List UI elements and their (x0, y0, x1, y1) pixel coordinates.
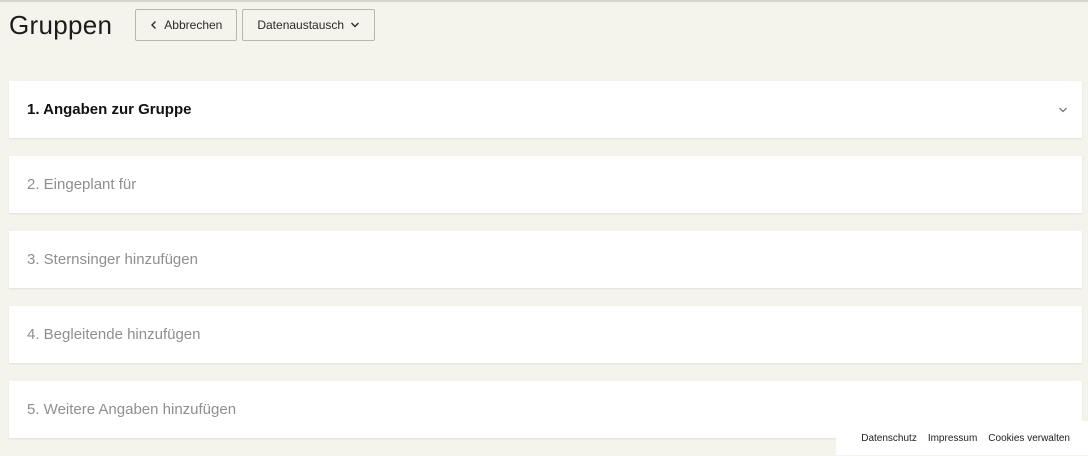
chevron-left-icon (150, 20, 158, 30)
page-header: Gruppen Abbrechen Datenaustausch (9, 8, 380, 42)
cancel-button-label: Abbrechen (164, 18, 223, 32)
section-planned-for[interactable]: 2. Eingeplant für (9, 156, 1082, 213)
section-title: 2. Eingeplant für (27, 176, 137, 193)
footer-links: Datenschutz Impressum Cookies verwalten (836, 421, 1088, 455)
privacy-link[interactable]: Datenschutz (861, 433, 917, 444)
section-add-carolers[interactable]: 3. Sternsinger hinzufügen (9, 231, 1082, 288)
section-title: 4. Begleitende hinzufügen (27, 326, 201, 343)
section-title: 5. Weitere Angaben hinzufügen (27, 401, 237, 418)
data-exchange-button[interactable]: Datenaustausch (242, 9, 376, 41)
section-title: 3. Sternsinger hinzufügen (27, 251, 198, 268)
section-group-details[interactable]: 1. Angaben zur Gruppe (9, 81, 1082, 138)
imprint-link[interactable]: Impressum (928, 433, 977, 444)
section-add-companions[interactable]: 4. Begleitende hinzufügen (9, 306, 1082, 363)
data-exchange-button-label: Datenaustausch (257, 18, 345, 32)
top-divider (0, 0, 1088, 2)
expand-chevron-icon[interactable] (1058, 106, 1068, 114)
form-sections: 1. Angaben zur Gruppe 2. Eingeplant für … (9, 81, 1082, 456)
section-title: 1. Angaben zur Gruppe (27, 101, 192, 118)
cookie-settings-link[interactable]: Cookies verwalten (988, 433, 1070, 444)
chevron-down-icon (350, 21, 360, 29)
cancel-button[interactable]: Abbrechen (135, 9, 238, 41)
page-title: Gruppen (9, 9, 113, 40)
